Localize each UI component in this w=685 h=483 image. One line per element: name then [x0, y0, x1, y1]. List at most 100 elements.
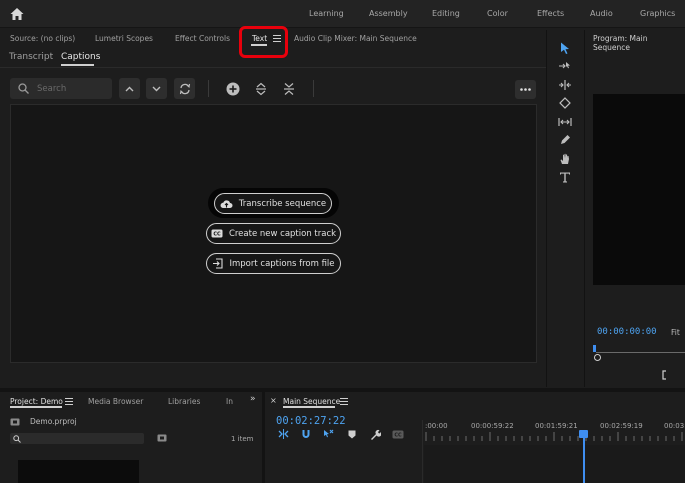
workspace-graphics[interactable]: Graphics	[640, 9, 675, 18]
sequence-timecode[interactable]: 00:02:27:22	[276, 415, 346, 427]
tab-info[interactable]: In	[226, 397, 233, 406]
search-input[interactable]: Search	[37, 84, 66, 94]
new-track-label: Create new caption track	[228, 228, 337, 239]
workspace-editing[interactable]: Editing	[432, 9, 460, 18]
slip-icon	[558, 118, 572, 126]
pen-icon	[561, 135, 570, 144]
tab-source[interactable]: Source: (no clips)	[10, 34, 75, 43]
add-caption-button[interactable]	[222, 78, 243, 99]
panel-menu-icon[interactable]	[65, 398, 73, 405]
tab-project[interactable]: Project: Demo	[10, 397, 63, 406]
cc-icon: CC	[211, 229, 223, 238]
merge-icon	[283, 82, 294, 95]
tab-sequence-underline	[283, 406, 335, 408]
caption-search[interactable]: Search	[10, 78, 112, 99]
workspace-color[interactable]: Color	[487, 9, 508, 18]
program-monitor-view	[593, 94, 685, 285]
project-search-input[interactable]	[10, 433, 144, 444]
chevron-up-icon	[125, 86, 134, 91]
snap-icon[interactable]	[301, 429, 311, 439]
tools-panel	[554, 38, 576, 188]
linked-selection-icon[interactable]	[323, 429, 334, 439]
toolbar-separator	[313, 80, 314, 97]
next-caption-button[interactable]	[146, 78, 167, 99]
time-ruler[interactable]	[424, 430, 685, 442]
ruler-label: :00:00	[425, 422, 448, 430]
panel-divider	[584, 30, 585, 387]
split-icon	[255, 82, 266, 95]
new-bin-icon[interactable]	[157, 434, 167, 442]
ripple-edit-icon	[559, 80, 571, 90]
project-file-name: Demo.prproj	[30, 417, 77, 426]
workspace-learning[interactable]: Learning	[309, 9, 344, 18]
panel-menu-icon[interactable]	[340, 398, 348, 405]
tab-lumetri-scopes[interactable]: Lumetri Scopes	[95, 34, 153, 43]
prev-caption-button[interactable]	[119, 78, 140, 99]
bin-icon	[10, 418, 20, 426]
selection-tool[interactable]	[555, 40, 575, 56]
split-caption-button[interactable]	[250, 78, 271, 99]
more-tabs-icon[interactable]: »	[250, 394, 256, 404]
close-sequence-icon[interactable]: ×	[270, 396, 277, 405]
tab-audio-clip-mixer[interactable]: Audio Clip Mixer: Main Sequence	[294, 34, 417, 43]
transcribe-label: Transcribe sequence	[238, 198, 327, 209]
refresh-icon	[179, 83, 190, 94]
program-timecode[interactable]: 00:00:00:00	[597, 327, 657, 337]
workspace-audio[interactable]: Audio	[590, 9, 613, 18]
merge-caption-button[interactable]	[278, 78, 299, 99]
ruler-label: 00:01:59:21	[535, 422, 578, 430]
program-scrub-bar[interactable]	[596, 352, 685, 353]
create-caption-track-button[interactable]: CC Create new caption track	[206, 223, 341, 244]
item-count: 1 item	[231, 435, 254, 443]
type-tool[interactable]	[555, 169, 575, 185]
track-select-icon	[559, 62, 570, 69]
playhead-knob[interactable]	[594, 354, 601, 361]
add-marker-icon[interactable]	[348, 430, 356, 439]
captions-cc-icon[interactable]: CC	[392, 430, 404, 439]
program-monitor-title[interactable]: Program: Main Sequence	[593, 34, 685, 52]
tab-main-sequence[interactable]: Main Sequence	[283, 397, 340, 406]
project-item-thumbnail[interactable]	[18, 460, 139, 483]
wrench-icon[interactable]	[370, 429, 381, 440]
timeline-tracks[interactable]	[424, 445, 685, 483]
arrow-cursor-icon	[561, 42, 569, 54]
chevron-down-icon	[152, 86, 161, 91]
subtab-transcript[interactable]: Transcript	[9, 52, 53, 62]
zoom-fit-dropdown[interactable]: Fit	[671, 328, 680, 337]
in-point-marker	[593, 345, 596, 352]
hand-tool[interactable]	[555, 151, 575, 167]
tab-effect-controls[interactable]: Effect Controls	[175, 34, 230, 43]
track-select-tool[interactable]	[555, 58, 575, 74]
more-options-button[interactable]	[515, 80, 536, 99]
razor-icon	[559, 97, 571, 109]
subtab-divider	[0, 67, 546, 68]
captions-underline	[61, 64, 94, 66]
ripple-edit-tool[interactable]	[555, 77, 575, 93]
svg-text:CC: CC	[394, 433, 402, 439]
workspace-effects[interactable]: Effects	[537, 9, 564, 18]
subtab-captions[interactable]: Captions	[61, 52, 100, 62]
toolbar-separator	[208, 80, 209, 97]
search-icon	[18, 83, 29, 94]
search-icon	[13, 434, 21, 443]
import-captions-button[interactable]: Import captions from file	[206, 253, 341, 274]
ellipsis-icon	[520, 88, 531, 91]
pen-tool[interactable]	[555, 132, 575, 148]
timeline-playhead[interactable]	[579, 430, 588, 438]
import-icon	[213, 258, 224, 269]
transcribe-sequence-button[interactable]: Transcribe sequence	[214, 193, 332, 214]
workspace-assembly[interactable]: Assembly	[369, 9, 408, 18]
plus-circle-icon	[226, 82, 239, 95]
ruler-label: 00:00:59:22	[471, 422, 514, 430]
tab-libraries[interactable]: Libraries	[168, 397, 200, 406]
replace-button[interactable]	[174, 78, 195, 99]
svg-text:CC: CC	[213, 232, 221, 238]
tab-media-browser[interactable]: Media Browser	[88, 397, 143, 406]
razor-tool[interactable]	[555, 95, 575, 111]
home-icon[interactable]	[9, 6, 25, 22]
slip-tool[interactable]	[555, 114, 575, 130]
highlight-box	[239, 26, 288, 58]
nest-icon[interactable]	[278, 429, 289, 439]
workspace-bar: Learning Assembly Editing Color Effects …	[0, 0, 685, 28]
mark-in-icon[interactable]	[661, 370, 667, 380]
